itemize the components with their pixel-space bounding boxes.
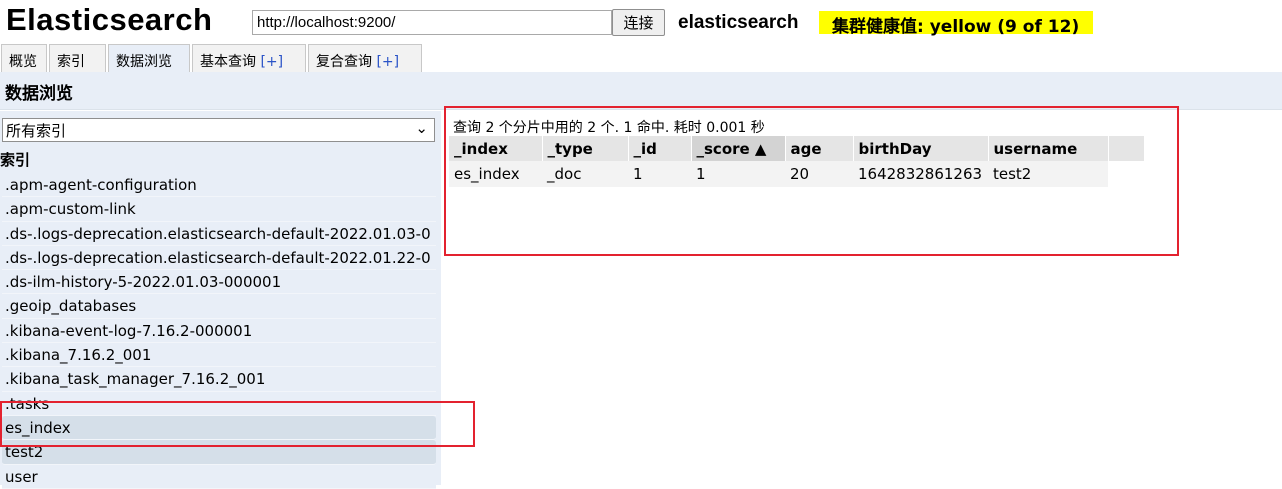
section-header	[0, 72, 1282, 110]
top-bar: Elasticsearch 连接 elasticsearch 集群健康值: ye…	[0, 0, 1282, 44]
connect-button[interactable]: 连接	[612, 9, 665, 36]
chevron-down-icon: ⌄	[415, 119, 428, 137]
tab-label: 基本查询	[200, 54, 256, 70]
index-item[interactable]: .ds-.logs-deprecation.elasticsearch-defa…	[2, 245, 436, 271]
tab-browser[interactable]: 数据浏览	[108, 44, 190, 73]
index-item[interactable]: .kibana-event-log-7.16.2-000001	[2, 318, 436, 344]
index-highlight-box	[0, 401, 475, 447]
tab-basic-query[interactable]: 基本查询 [+]	[192, 44, 306, 72]
cluster-url-input[interactable]	[252, 10, 612, 35]
tab-compound-query[interactable]: 复合查询 [+]	[308, 44, 422, 72]
tab-label: 索引	[57, 54, 85, 70]
nav-tabs: 概览 索引 数据浏览 基本查询 [+] 复合查询 [+]	[0, 44, 1282, 73]
index-item[interactable]: .kibana_7.16.2_001	[2, 343, 436, 368]
index-select-value: 所有索引	[6, 122, 67, 140]
results-highlight-box	[444, 106, 1179, 256]
index-item[interactable]: .apm-agent-configuration	[2, 173, 436, 198]
indices-label: 索引	[0, 151, 31, 169]
add-tab-link[interactable]: [+]	[376, 54, 399, 70]
index-item[interactable]: .apm-custom-link	[2, 197, 436, 222]
page-title: 数据浏览	[5, 84, 73, 104]
index-item[interactable]: .kibana_task_manager_7.16.2_001	[2, 367, 436, 392]
add-tab-link[interactable]: [+]	[260, 54, 283, 70]
tab-label: 概览	[9, 54, 37, 70]
index-item[interactable]: .geoip_databases	[2, 294, 436, 319]
index-item[interactable]: .ds-ilm-history-5-2022.01.03-000001	[2, 270, 436, 295]
tab-overview[interactable]: 概览	[1, 44, 47, 72]
tab-label: 复合查询	[316, 54, 372, 70]
index-item[interactable]: user	[2, 464, 436, 489]
cluster-health-badge: 集群健康值: yellow (9 of 12)	[819, 11, 1094, 37]
tab-label: 数据浏览	[116, 54, 172, 70]
tab-indices[interactable]: 索引	[49, 44, 106, 72]
cluster-name: elasticsearch	[678, 12, 799, 33]
app-logo: Elasticsearch	[6, 2, 213, 37]
index-item[interactable]: .ds-.logs-deprecation.elasticsearch-defa…	[2, 221, 436, 246]
index-select[interactable]: 所有索引 ⌄	[2, 118, 435, 142]
